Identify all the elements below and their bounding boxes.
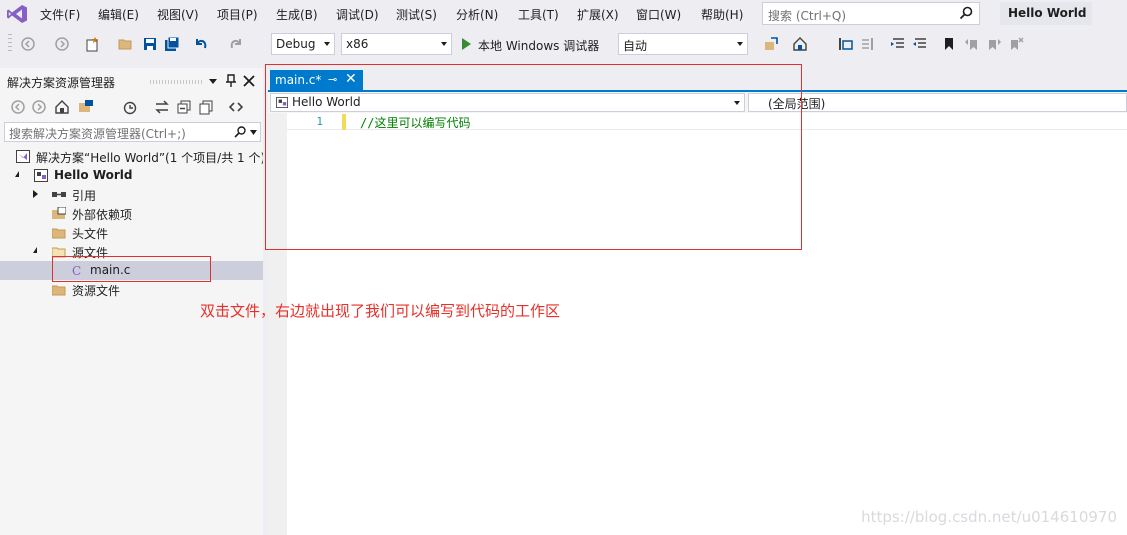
- debug-target-select[interactable]: 自动: [618, 33, 748, 55]
- tree-item-label: Hello World: [54, 168, 133, 182]
- chevron-down-icon: [324, 42, 330, 46]
- search-icon: [234, 126, 246, 138]
- pending-changes-filter-icon[interactable]: [122, 99, 138, 115]
- redo-icon[interactable]: [228, 36, 244, 52]
- platform-value: x86: [346, 37, 369, 51]
- tree-item-external-deps[interactable]: 外部依赖项: [0, 204, 263, 223]
- tree-item-references[interactable]: 引用: [0, 185, 263, 204]
- play-icon: [462, 38, 471, 50]
- comment-lines-icon[interactable]: [890, 36, 906, 52]
- step-into-icon[interactable]: [838, 36, 854, 52]
- toolbar-grip[interactable]: [8, 34, 12, 54]
- menu-test[interactable]: 测试(S): [396, 6, 437, 23]
- search-placeholder: 搜索 (Ctrl+Q): [768, 9, 847, 23]
- open-file-icon[interactable]: [118, 36, 134, 52]
- search-icon: [959, 6, 973, 20]
- watermark: https://blog.csdn.net/u014610970: [861, 508, 1117, 526]
- chevron-down-icon: [737, 42, 743, 46]
- menu-file[interactable]: 文件(F): [40, 6, 80, 23]
- expanded-arrow-icon[interactable]: [33, 247, 37, 253]
- start-debugging-button[interactable]: 本地 Windows 调试器: [462, 35, 612, 53]
- new-project-icon[interactable]: [84, 36, 100, 52]
- visual-studio-logo-icon[interactable]: [6, 4, 28, 24]
- quick-launch-search[interactable]: 搜索 (Ctrl+Q): [762, 2, 980, 25]
- se-back-icon[interactable]: [10, 99, 26, 115]
- menu-window[interactable]: 窗口(W): [636, 6, 681, 23]
- forward-icon[interactable]: [54, 36, 70, 52]
- tree-item-header-files[interactable]: 头文件: [0, 223, 263, 242]
- collapse-all-icon[interactable]: [176, 99, 192, 115]
- editor-highlight-box: [265, 64, 802, 250]
- live-share-icon[interactable]: [763, 36, 779, 52]
- menu-extensions[interactable]: 扩展(X): [577, 6, 619, 23]
- tree-item-label: 头文件: [72, 227, 109, 241]
- tree-item-label: 解决方案“Hello World”(1 个项目/共 1 个): [36, 151, 266, 165]
- chevron-down-icon: [250, 130, 257, 135]
- menu-debug[interactable]: 调试(D): [336, 6, 379, 23]
- home-icon[interactable]: [792, 36, 808, 52]
- bookmark-icon[interactable]: [941, 36, 957, 52]
- run-label: 本地 Windows 调试器: [478, 39, 600, 53]
- sync-with-document-icon[interactable]: [154, 99, 170, 115]
- tree-item-resource-files[interactable]: 资源文件: [0, 280, 263, 299]
- annotation-note: 双击文件，右边就出现了我们可以编写到代码的工作区: [200, 302, 561, 320]
- config-value: Debug: [276, 37, 316, 51]
- cpp-project-icon: [34, 169, 48, 182]
- save-all-icon[interactable]: [164, 36, 180, 52]
- tree-item-label: 资源文件: [72, 284, 121, 298]
- view-code-icon[interactable]: [228, 99, 244, 115]
- switch-views-icon[interactable]: [78, 99, 94, 115]
- menu-project[interactable]: 项目(P): [217, 6, 258, 23]
- show-all-files-icon[interactable]: [198, 99, 214, 115]
- menu-view[interactable]: 视图(V): [157, 6, 199, 23]
- next-bookmark-icon[interactable]: [986, 36, 1002, 52]
- tree-item-label: 引用: [72, 189, 97, 203]
- se-forward-icon[interactable]: [31, 99, 47, 115]
- platform-select[interactable]: x86: [341, 33, 452, 55]
- pin-icon[interactable]: [225, 74, 237, 88]
- solution-config-select[interactable]: Debug: [271, 33, 335, 55]
- tree-item-project[interactable]: Hello World: [0, 166, 263, 185]
- close-panel-icon[interactable]: [243, 75, 255, 87]
- tree-item-solution[interactable]: 解决方案“Hello World”(1 个项目/共 1 个): [0, 147, 266, 166]
- clear-bookmarks-icon[interactable]: [1008, 36, 1024, 52]
- folder-icon: [52, 228, 66, 239]
- save-icon[interactable]: [142, 36, 158, 52]
- scope-nav-select[interactable]: (全局范围): [748, 93, 1127, 112]
- references-icon: [52, 192, 66, 197]
- back-icon[interactable]: [20, 36, 36, 52]
- undo-icon[interactable]: [193, 36, 209, 52]
- panel-options-dropdown-icon[interactable]: [208, 77, 218, 85]
- folder-icon: [52, 285, 66, 296]
- solution-name-badge: Hello World: [1000, 2, 1092, 25]
- menu-help[interactable]: 帮助(H): [701, 6, 743, 23]
- panel-drag-grip[interactable]: [150, 80, 202, 84]
- solution-icon: [16, 150, 30, 163]
- menu-analyze[interactable]: 分析(N): [456, 6, 498, 23]
- chevron-down-icon: [441, 42, 447, 46]
- se-search-placeholder: 搜索解决方案资源管理器(Ctrl+;): [9, 127, 186, 141]
- solution-explorer-title: 解决方案资源管理器: [7, 76, 116, 90]
- collapsed-arrow-icon[interactable]: [33, 190, 38, 198]
- external-deps-icon: [52, 207, 66, 219]
- step-out-icon[interactable]: [860, 36, 876, 52]
- uncomment-lines-icon[interactable]: [912, 36, 928, 52]
- prev-bookmark-icon[interactable]: [964, 36, 980, 52]
- run-mode-value: 自动: [623, 39, 648, 53]
- expanded-arrow-icon[interactable]: [15, 171, 19, 177]
- file-highlight-box: [52, 256, 211, 282]
- menu-edit[interactable]: 编辑(E): [98, 6, 139, 23]
- solution-explorer-search[interactable]: 搜索解决方案资源管理器(Ctrl+;): [4, 122, 261, 142]
- menu-tools[interactable]: 工具(T): [518, 6, 559, 23]
- menu-build[interactable]: 生成(B): [276, 6, 318, 23]
- tree-item-label: 外部依赖项: [72, 208, 133, 222]
- se-home-icon[interactable]: [54, 99, 70, 115]
